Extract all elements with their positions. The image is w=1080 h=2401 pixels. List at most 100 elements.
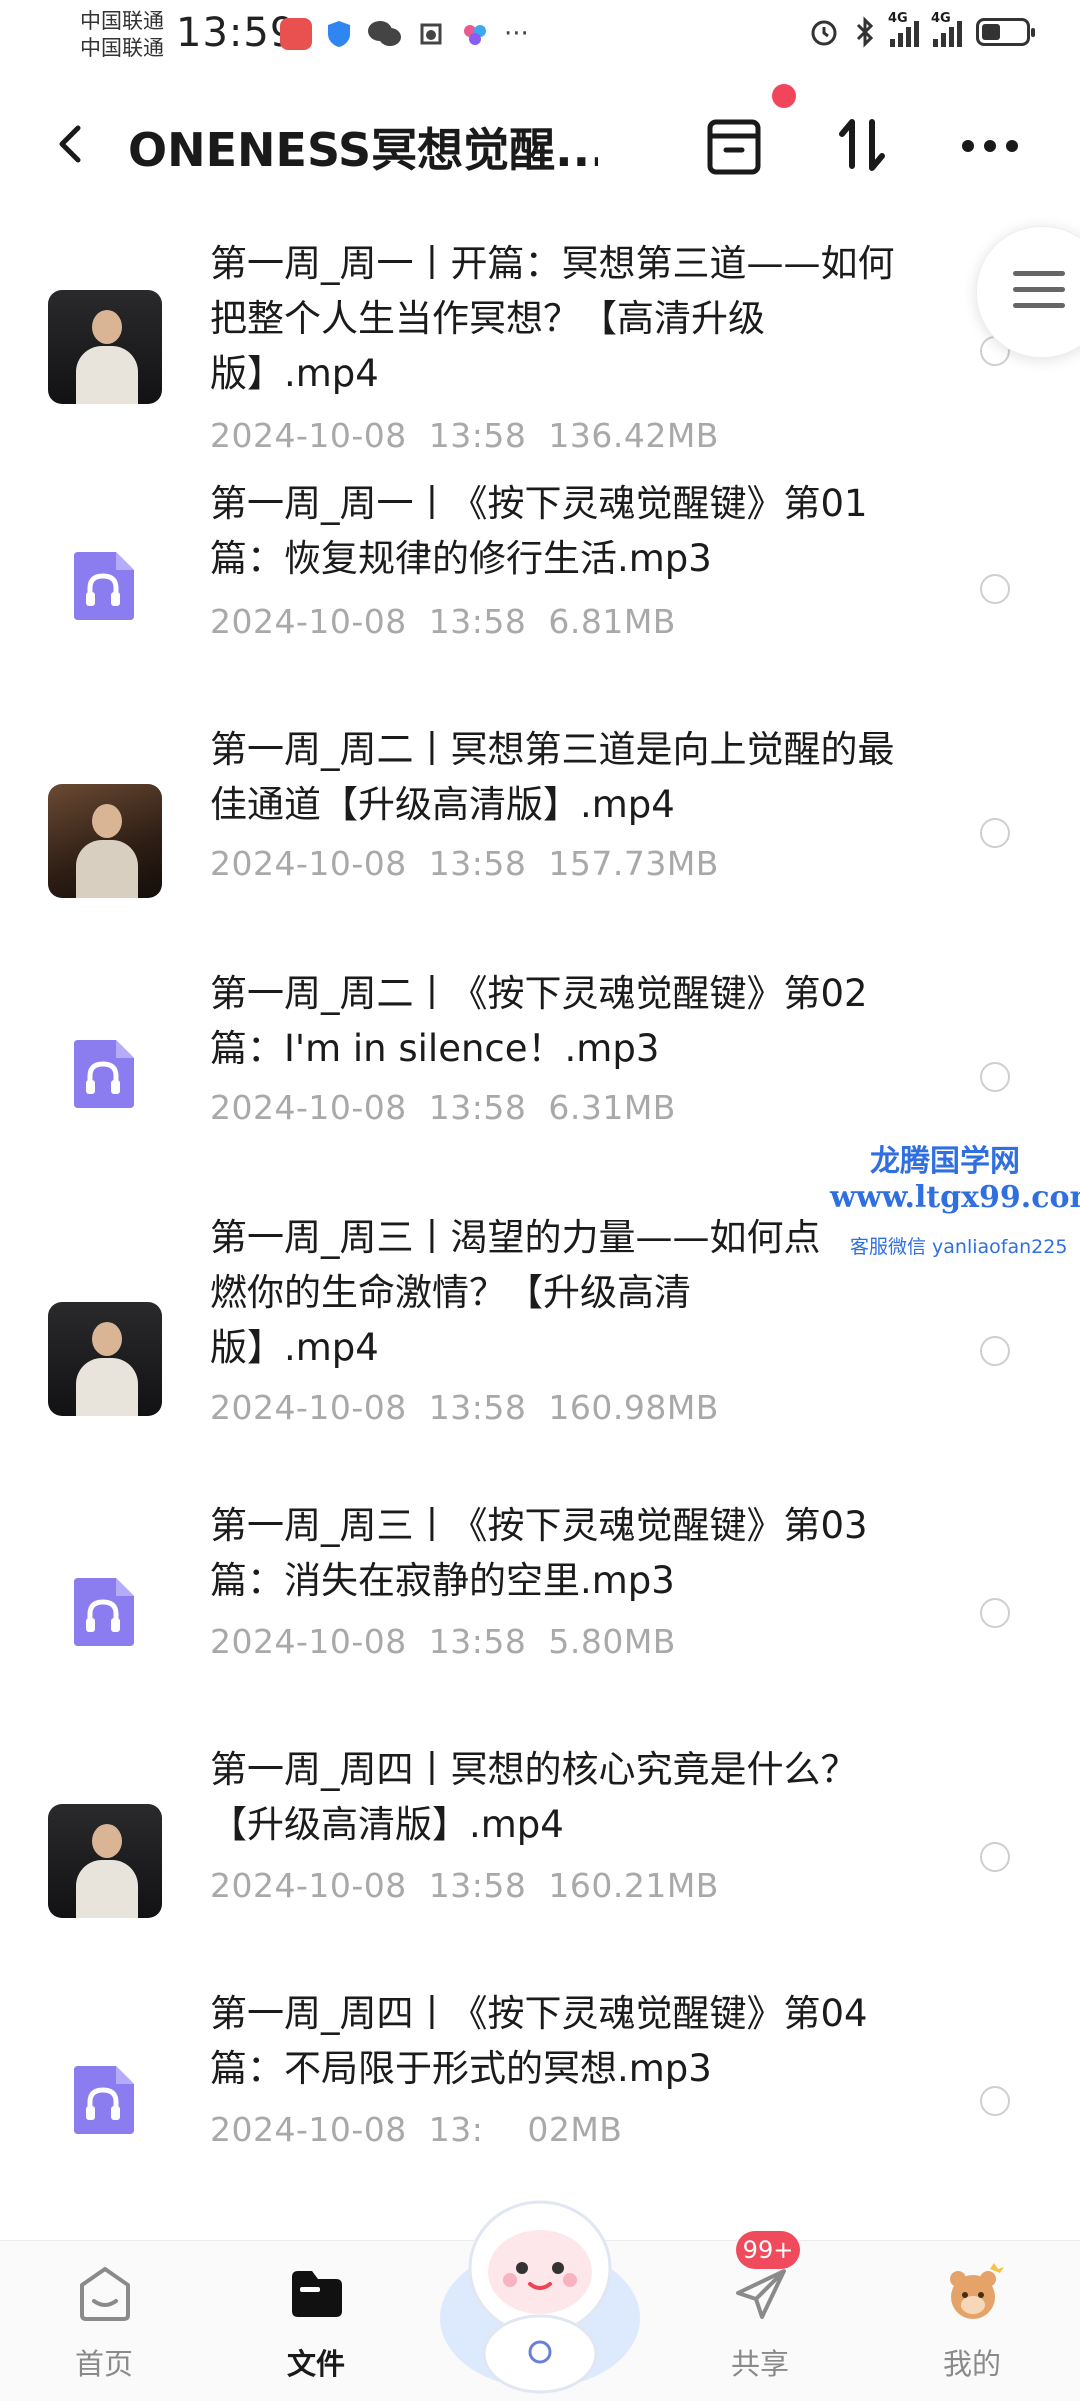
file-size: 160.98MB	[548, 1388, 719, 1427]
carrier-2: 中国联通	[80, 36, 164, 60]
nav-share[interactable]: 99+ 共享	[680, 2231, 840, 2401]
file-size: 6.31MB	[548, 1088, 676, 1127]
alarm-icon	[811, 20, 837, 46]
system-icons: 4G 4G	[808, 11, 1035, 48]
file-time: 13:58	[428, 1622, 527, 1661]
audio-file-icon	[74, 2066, 134, 2134]
file-meta: 2024-10-08 13:58 136.42MB	[210, 416, 719, 455]
file-meta: 2024-10-08 13:58 6.81MB	[210, 602, 676, 641]
file-name: 第一周_周三丨《按下灵魂觉醒键》第03篇：消失在寂静的空里.mp3	[210, 1504, 868, 1602]
file-row[interactable]: 第一周_周二丨冥想第三道是向上觉醒的最佳通道【升级高清版】.mp4 2024-1…	[0, 708, 1080, 952]
network-type-2: 4G	[931, 11, 951, 26]
file-meta: 2024-10-08 13:58 6.31MB	[210, 1088, 676, 1127]
audio-file-icon	[74, 1578, 134, 1646]
file-time: 13:58	[428, 1866, 527, 1905]
more-horizontal-icon[interactable]	[950, 106, 1030, 186]
file-time: 13:58	[428, 1388, 527, 1427]
folder-icon	[292, 2271, 342, 2317]
file-name: 第一周_周三丨渴望的力量——如何点燃你的生命激情？【升级高清版】.mp4	[210, 1216, 821, 1369]
audio-file-icon	[74, 1040, 134, 1108]
file-date: 2024-10-08	[210, 1866, 407, 1905]
home-icon	[80, 2267, 130, 2321]
file-name: 第一周_周二丨《按下灵魂觉醒键》第02篇：I'm in silence！.mp3	[210, 972, 868, 1070]
file-row[interactable]: 第一周_周一丨开篇：冥想第三道——如何把整个人生当作冥想？【高清升级版】.mp4…	[0, 220, 1080, 464]
file-size: 5.80MB	[548, 1622, 676, 1661]
video-thumbnail	[48, 1302, 162, 1416]
signal-1: 4G	[888, 11, 919, 47]
wechat-icon	[368, 21, 401, 46]
nav-files[interactable]: 文件	[236, 2241, 396, 2401]
status-time: 13:59	[176, 10, 297, 56]
select-radio[interactable]	[980, 1062, 1010, 1092]
file-row[interactable]: 第一周_周三丨《按下灵魂觉醒键》第03篇：消失在寂静的空里.mp3 2024-1…	[0, 1498, 1080, 1742]
file-name: 第一周_周四丨冥想的核心究竟是什么？【升级高清版】.mp4	[210, 1748, 858, 1846]
archive-box-icon[interactable]	[694, 106, 774, 186]
file-date: 2024-10-08	[210, 416, 407, 455]
app-notification-icon	[420, 23, 442, 45]
back-button[interactable]	[40, 114, 100, 174]
video-thumbnail	[48, 1804, 162, 1918]
file-meta: 2024-10-08 13: 02MB	[210, 2110, 622, 2149]
status-bar: 中国联通 中国联通 13:59 ··· 4G 4G	[0, 0, 1080, 72]
file-meta: 2024-10-08 13:58 157.73MB	[210, 844, 719, 883]
select-radio[interactable]	[980, 1336, 1010, 1366]
network-type-1: 4G	[888, 11, 908, 26]
file-name: 第一周_周四丨《按下灵魂觉醒键》第04篇：不局限于形式的冥想.mp3	[210, 1992, 868, 2090]
select-radio[interactable]	[980, 818, 1010, 848]
nav-label-profile: 我的	[942, 2347, 1001, 2381]
file-list: 第一周_周一丨开篇：冥想第三道——如何把整个人生当作冥想？【高清升级版】.mp4…	[0, 220, 1080, 2230]
select-radio[interactable]	[980, 574, 1010, 604]
file-name: 第一周_周一丨《按下灵魂觉醒键》第01篇：恢复规律的修行生活.mp3	[210, 482, 868, 580]
file-time: 13:58	[428, 1088, 527, 1127]
file-meta: 2024-10-08 13:58 5.80MB	[210, 1622, 676, 1661]
file-name: 第一周_周二丨冥想第三道是向上觉醒的最佳通道【升级高清版】.mp4	[210, 728, 895, 826]
file-date: 2024-10-08	[210, 602, 407, 641]
watermark-contact: 客服微信 yanliaofan225	[850, 1236, 1068, 1258]
file-name: 第一周_周一丨开篇：冥想第三道——如何把整个人生当作冥想？【高清升级版】.mp4	[210, 242, 895, 395]
file-time: 13:58	[428, 602, 527, 641]
notification-icons: ···	[280, 18, 529, 50]
battery-icon	[976, 18, 1035, 46]
send-icon	[736, 2269, 786, 2319]
carrier-labels: 中国联通 中国联通	[80, 8, 164, 62]
bluetooth-icon	[856, 16, 874, 48]
nav-label-home: 首页	[74, 2347, 133, 2381]
notification-dot	[772, 84, 796, 108]
cloud-app-icon	[464, 25, 486, 45]
file-date: 2024-10-08	[210, 1622, 407, 1661]
mascot-assistant-icon[interactable]	[430, 2168, 650, 2398]
file-date: 2024-10-08	[210, 1088, 407, 1127]
file-meta: 2024-10-08 13:58 160.98MB	[210, 1388, 719, 1427]
sort-arrows-icon[interactable]	[822, 106, 902, 186]
file-size: 6.81MB	[548, 602, 676, 641]
more-notifications-indicator: ···	[504, 19, 529, 49]
share-badge: 99+	[736, 2231, 800, 2269]
nav-home[interactable]: 首页	[24, 2241, 184, 2401]
carrier-1: 中国联通	[80, 9, 164, 33]
video-thumbnail	[48, 784, 162, 898]
file-time: 13:	[428, 2110, 484, 2149]
file-row[interactable]: 第一周_周四丨冥想的核心究竟是什么？【升级高清版】.mp4 2024-10-08…	[0, 1742, 1080, 1986]
video-thumbnail	[48, 290, 162, 404]
file-size: 02MB	[527, 2110, 623, 2149]
file-date: 2024-10-08	[210, 2110, 407, 2149]
select-radio[interactable]	[980, 1598, 1010, 1628]
file-size: 157.73MB	[548, 844, 719, 883]
file-row[interactable]: 第一周_周一丨《按下灵魂觉醒键》第01篇：恢复规律的修行生活.mp3 2024-…	[0, 464, 1080, 708]
profile-avatar-icon	[950, 2263, 1004, 2319]
nav-profile[interactable]: 我的	[892, 2241, 1052, 2401]
file-time: 13:58	[428, 844, 527, 883]
signal-2: 4G	[931, 11, 962, 47]
select-radio[interactable]	[980, 2086, 1010, 2116]
nav-label-files: 文件	[286, 2347, 345, 2381]
top-app-bar: ONENESS冥想觉醒...	[0, 82, 1080, 202]
file-size: 160.21MB	[548, 1866, 719, 1905]
file-meta: 2024-10-08 13:58 160.21MB	[210, 1866, 719, 1905]
page-title: ONENESS冥想觉醒...	[128, 123, 598, 177]
file-size: 136.42MB	[548, 416, 719, 455]
watermark-title: 龙腾国学网	[870, 1144, 1020, 1179]
shield-icon	[328, 21, 350, 47]
file-time: 13:58	[428, 416, 527, 455]
select-radio[interactable]	[980, 1842, 1010, 1872]
file-date: 2024-10-08	[210, 844, 407, 883]
